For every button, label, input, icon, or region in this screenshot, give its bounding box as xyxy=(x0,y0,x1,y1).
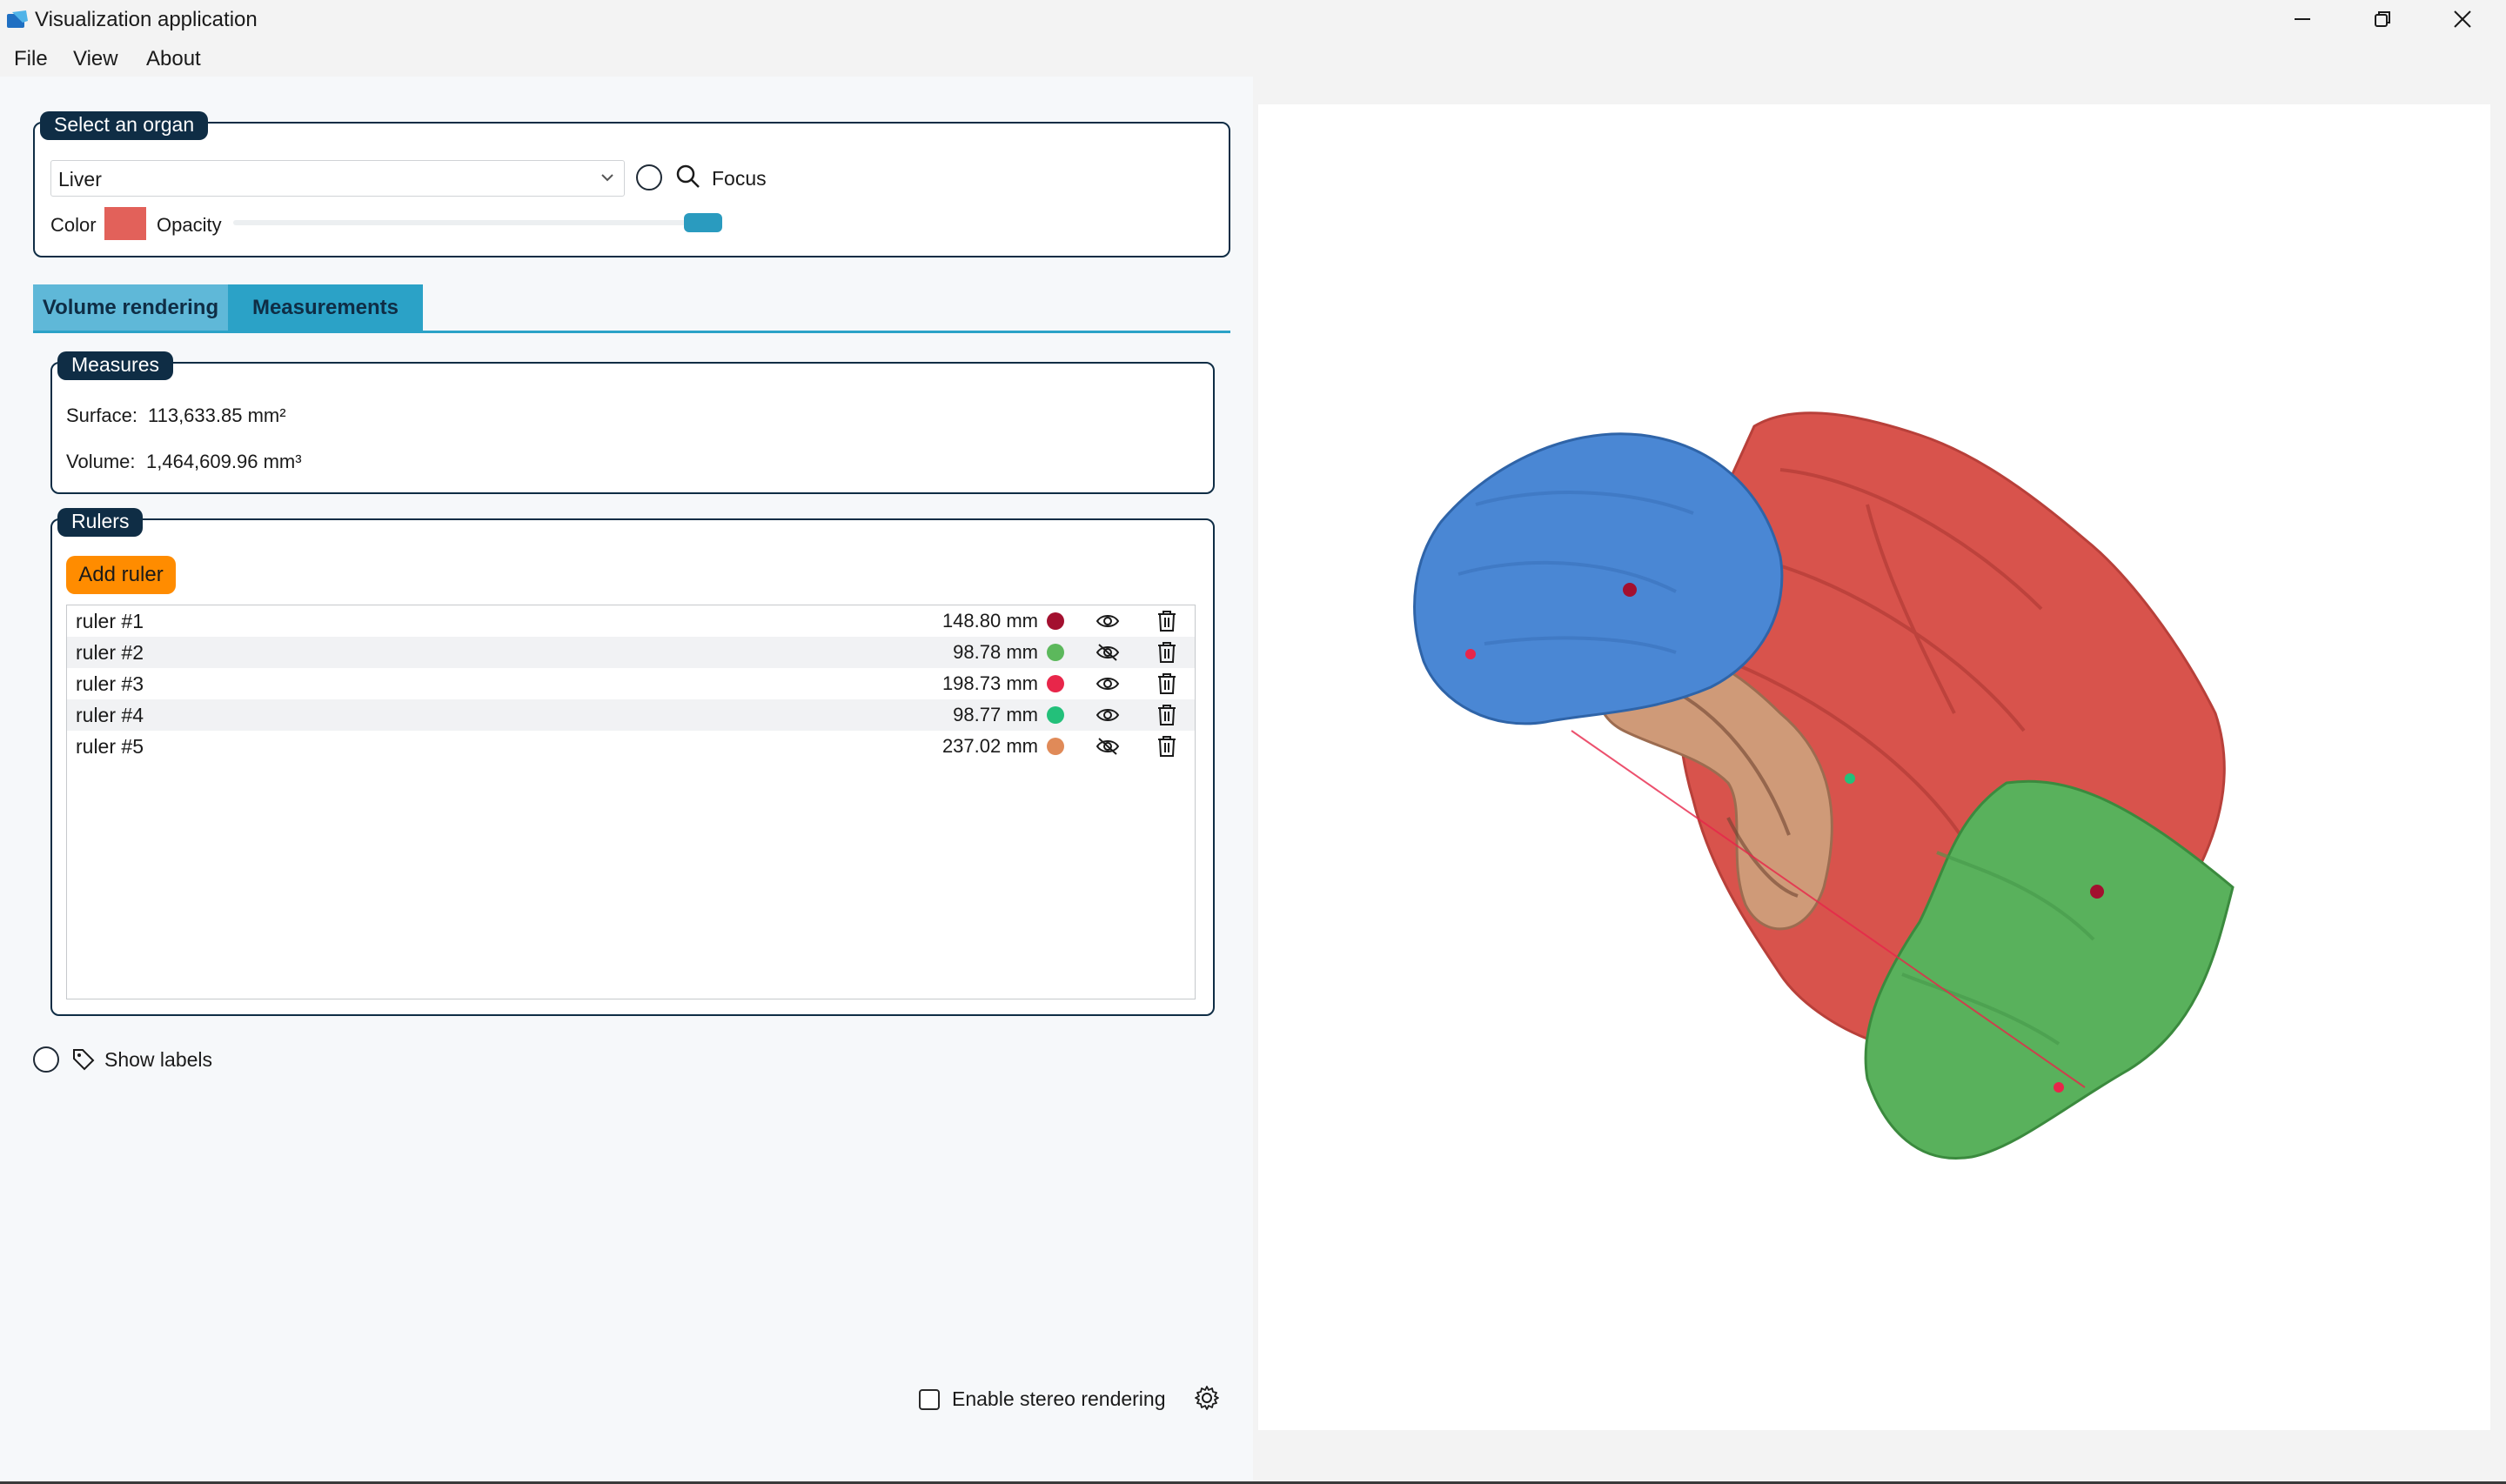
ruler-point xyxy=(2090,885,2104,899)
trash-icon[interactable] xyxy=(1156,672,1177,695)
tab-measurements[interactable]: Measurements xyxy=(228,284,423,331)
ruler-row[interactable]: ruler #4 98.77 mm xyxy=(67,699,1195,731)
restore-icon xyxy=(2375,11,2390,27)
measures-group xyxy=(50,362,1215,494)
ruler-name: ruler #1 xyxy=(76,610,144,632)
tag-icon xyxy=(73,1049,95,1071)
ruler-length: 98.77 mm xyxy=(953,704,1038,725)
ruler-point xyxy=(1845,773,1855,784)
ruler-length: 198.73 mm xyxy=(941,672,1038,694)
stereo-checkbox[interactable] xyxy=(919,1389,940,1410)
menu-file[interactable]: File xyxy=(14,47,48,71)
eye-off-icon[interactable] xyxy=(1096,642,1120,663)
window-title: Visualization application xyxy=(35,8,258,31)
opacity-label: Opacity xyxy=(157,214,222,236)
eye-icon[interactable] xyxy=(1096,611,1120,632)
restore-button[interactable] xyxy=(2342,0,2422,38)
stereo-label: Enable stereo rendering xyxy=(952,1387,1166,1410)
organ-color-swatch[interactable] xyxy=(104,207,146,240)
ruler-color-dot[interactable] xyxy=(1047,644,1064,661)
surface-value: 113,633.85 mm² xyxy=(148,404,286,426)
ruler-length: 237.02 mm xyxy=(941,735,1038,757)
eye-icon[interactable] xyxy=(1096,673,1120,694)
add-ruler-button[interactable]: Add ruler xyxy=(66,556,176,594)
close-icon xyxy=(2454,10,2471,28)
volume-value: 1,464,609.96 mm³ xyxy=(146,451,302,472)
organ-group-title: Select an organ xyxy=(40,111,209,140)
ruler-name: ruler #2 xyxy=(76,641,144,664)
volume-label: Volume: xyxy=(66,451,136,472)
organ-select[interactable]: Liver xyxy=(50,160,625,197)
ruler-point xyxy=(2054,1082,2064,1093)
title-bar: Visualization application xyxy=(0,0,2506,38)
rulers-group-title: Rulers xyxy=(57,508,144,537)
ruler-color-dot[interactable] xyxy=(1047,706,1064,724)
ruler-length: 98.78 mm xyxy=(953,641,1038,663)
tab-volume-rendering-label: Volume rendering xyxy=(42,296,219,319)
ruler-name: ruler #4 xyxy=(76,704,144,726)
ruler-row[interactable]: ruler #5 237.02 mm xyxy=(67,731,1195,762)
ruler-row[interactable]: ruler #1 148.80 mm xyxy=(67,605,1195,637)
trash-icon[interactable] xyxy=(1156,704,1177,726)
ruler-list[interactable]: ruler #1 148.80 mm ruler #2 98.78 mm rul… xyxy=(66,605,1196,999)
show-labels-radio[interactable] xyxy=(33,1046,59,1073)
opacity-slider[interactable] xyxy=(233,220,720,225)
ruler-length: 148.80 mm xyxy=(941,610,1038,632)
chevron-down-icon xyxy=(601,174,613,182)
ruler-color-dot[interactable] xyxy=(1047,612,1064,630)
show-labels-label: Show labels xyxy=(104,1048,213,1071)
focus-label: Focus xyxy=(712,167,767,190)
minimize-button[interactable] xyxy=(2262,0,2342,38)
ruler-row[interactable]: ruler #3 198.73 mm xyxy=(67,668,1195,699)
menu-about[interactable]: About xyxy=(146,47,201,71)
ruler-name: ruler #3 xyxy=(76,672,144,695)
eye-icon[interactable] xyxy=(1096,705,1120,725)
app-icon xyxy=(7,10,28,28)
opacity-slider-handle[interactable] xyxy=(684,213,722,232)
organ-select-value: Liver xyxy=(58,168,102,191)
gear-icon[interactable] xyxy=(1194,1385,1220,1411)
3d-viewport[interactable] xyxy=(1258,104,2490,1430)
trash-icon[interactable] xyxy=(1156,610,1177,632)
close-button[interactable] xyxy=(2422,0,2503,38)
add-ruler-label: Add ruler xyxy=(78,563,164,586)
trash-icon[interactable] xyxy=(1156,735,1177,758)
ruler-point xyxy=(1623,583,1637,597)
focus-radio[interactable] xyxy=(636,164,662,191)
menu-view[interactable]: View xyxy=(73,47,118,71)
tab-volume-rendering[interactable]: Volume rendering xyxy=(33,284,228,331)
surface-label: Surface: xyxy=(66,404,137,426)
trash-icon[interactable] xyxy=(1156,641,1177,664)
menu-bar: File View About xyxy=(0,42,2506,77)
ruler-point xyxy=(1465,649,1476,659)
ruler-color-dot[interactable] xyxy=(1047,675,1064,692)
minimize-icon xyxy=(2295,18,2310,20)
organ-render[interactable] xyxy=(1258,104,2490,1430)
color-label: Color xyxy=(50,214,97,236)
eye-off-icon[interactable] xyxy=(1096,736,1120,757)
ruler-color-dot[interactable] xyxy=(1047,738,1064,755)
tab-underline xyxy=(33,331,1230,333)
search-icon xyxy=(676,164,700,188)
measures-group-title: Measures xyxy=(57,351,173,380)
tab-measurements-label: Measurements xyxy=(251,296,399,319)
ruler-name: ruler #5 xyxy=(76,735,144,758)
ruler-row[interactable]: ruler #2 98.78 mm xyxy=(67,637,1195,668)
